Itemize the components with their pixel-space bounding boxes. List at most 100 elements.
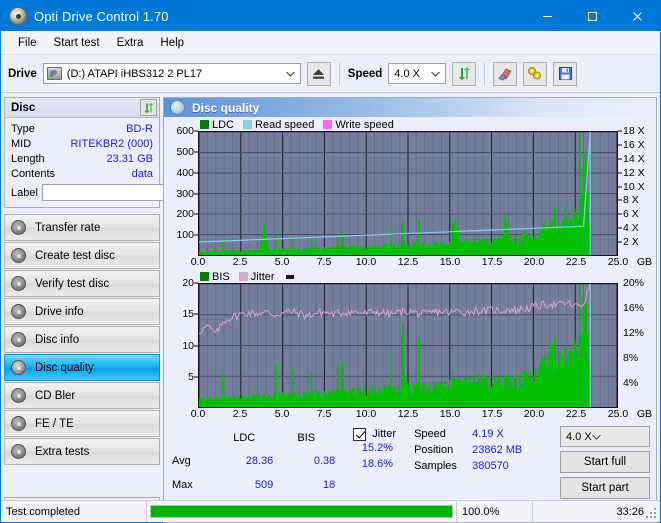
samples-row: Samples 380570 bbox=[414, 458, 544, 474]
window-title: Opti Drive Control 1.70 bbox=[34, 8, 169, 24]
y-tick-label: 20 bbox=[182, 277, 194, 289]
title-bar: Opti Drive Control 1.70 bbox=[1, 1, 660, 31]
stats-max-ldc: 509 bbox=[254, 478, 274, 491]
y2-tickmark bbox=[618, 186, 622, 188]
menu-item-file[interactable]: File bbox=[10, 34, 45, 52]
sidebar-item-drive-info[interactable]: Drive info bbox=[4, 298, 160, 325]
y2-tick-label: 8 X bbox=[623, 194, 639, 207]
page-title: Disc quality bbox=[192, 100, 260, 115]
sidebar-item-disc-info[interactable]: Disc info bbox=[4, 326, 160, 353]
disc-icon bbox=[11, 276, 26, 291]
jitter-checkbox[interactable] bbox=[353, 427, 367, 441]
disc-icon bbox=[11, 388, 26, 403]
y-tick-label: 100 bbox=[176, 229, 194, 242]
disc-icon bbox=[11, 304, 26, 319]
x-tick-label: 15.0 bbox=[439, 408, 461, 420]
table-row: Avg 28.36 0.38 bbox=[170, 450, 337, 474]
legend-label-bis: BIS bbox=[212, 270, 230, 283]
stats-col-bis: BIS bbox=[297, 431, 316, 444]
sidebar: Disc Type BD-R MID RITEKBR2 (000) Length… bbox=[4, 97, 248, 523]
test-speed-select[interactable]: 4.0 X bbox=[560, 426, 650, 447]
stats-avg-ldc: 28.36 bbox=[245, 455, 274, 468]
sidebar-item-verify-test-disc[interactable]: Verify test disc bbox=[4, 270, 160, 297]
jitter-header: Jitter bbox=[353, 426, 396, 442]
sidebar-item-extra-tests[interactable]: Extra tests bbox=[4, 438, 160, 465]
x-tick-label: 17.5 bbox=[481, 256, 503, 268]
bis-plot-area[interactable] bbox=[198, 283, 618, 408]
bis-jitter-chart: BIS Jitter 5 10 15 20 4% 8% 12% 16% 20% bbox=[166, 270, 654, 422]
x-tick-label: 22.5 bbox=[565, 256, 587, 268]
bis-y2-axis: 4% 8% 12% 16% 20% bbox=[618, 277, 654, 408]
maximize-button[interactable] bbox=[570, 1, 615, 31]
disc-row-length-value: 23.31 GB bbox=[106, 152, 153, 165]
sidebar-item-label: CD Bler bbox=[35, 389, 76, 402]
bis-chart-legend: BIS Jitter bbox=[166, 270, 654, 283]
y2-tickmark bbox=[618, 199, 622, 201]
chevron-down-icon bbox=[285, 71, 295, 77]
x-tick-label: 10.0 bbox=[355, 408, 377, 420]
legend-label-ldc: LDC bbox=[212, 118, 235, 131]
x-tick-label: 5.0 bbox=[274, 256, 290, 268]
sidebar-item-fe-te[interactable]: FE / TE bbox=[4, 410, 160, 437]
y2-tick-label: 10 X bbox=[623, 180, 645, 193]
app-window: Opti Drive Control 1.70 File Start test … bbox=[0, 0, 661, 523]
disc-row-type-key: Type bbox=[11, 122, 35, 135]
y-tick-label: 200 bbox=[176, 208, 194, 221]
legend-label-jitter: Jitter bbox=[250, 270, 275, 283]
stats-row-avg-label: Avg bbox=[172, 455, 191, 468]
y-tick-label: 15 bbox=[182, 308, 194, 321]
erase-button[interactable] bbox=[493, 61, 518, 86]
chevron-down-icon bbox=[431, 71, 441, 77]
sidebar-item-label: Disc quality bbox=[35, 361, 94, 374]
x-tick-label: 20.0 bbox=[523, 256, 545, 268]
sidebar-item-label: Drive info bbox=[35, 305, 84, 318]
eject-button[interactable] bbox=[306, 61, 331, 86]
sidebar-item-cd-bler[interactable]: CD Bler bbox=[4, 382, 160, 409]
window-controls bbox=[525, 1, 660, 31]
legend-marker-icon bbox=[285, 274, 294, 279]
position-key: Position bbox=[414, 444, 454, 456]
speed-select[interactable]: 4.0 X bbox=[388, 63, 447, 84]
sidebar-item-disc-quality[interactable]: Disc quality bbox=[4, 354, 160, 381]
table-header-row: LDC BIS bbox=[170, 426, 337, 450]
x-tick-label: 0.0 bbox=[190, 408, 206, 420]
y2-tick-label: 4% bbox=[623, 377, 639, 389]
y2-tickmark bbox=[618, 227, 622, 229]
menu-item-help[interactable]: Help bbox=[152, 34, 192, 52]
start-full-button[interactable]: Start full bbox=[560, 451, 650, 473]
resize-grip[interactable] bbox=[646, 508, 658, 520]
minimize-button[interactable] bbox=[525, 1, 570, 31]
refresh-button[interactable] bbox=[452, 61, 477, 86]
disc-row-type: Type BD-R bbox=[11, 121, 153, 136]
progress-bar bbox=[150, 505, 453, 518]
y-tick-label: 400 bbox=[176, 166, 194, 179]
x-tick-label: 15.0 bbox=[439, 256, 461, 268]
speed-select-value: 4.0 X bbox=[394, 67, 420, 80]
disc-panel-title: Disc bbox=[11, 101, 36, 114]
menu-item-start-test[interactable]: Start test bbox=[46, 34, 108, 52]
jitter-avg-value: 15.2% bbox=[361, 442, 394, 454]
tools-button[interactable] bbox=[523, 61, 548, 86]
x-tick-label: 12.5 bbox=[397, 256, 419, 268]
y2-tick-label: 14 X bbox=[623, 152, 645, 165]
y2-tickmark bbox=[618, 241, 622, 243]
action-buttons: 4.0 X Start full Start part bbox=[560, 426, 650, 499]
y-tick-label: 300 bbox=[176, 187, 194, 200]
sidebar-item-create-test-disc[interactable]: Create test disc bbox=[4, 242, 160, 269]
menu-item-extra[interactable]: Extra bbox=[109, 34, 152, 52]
ldc-chart: LDC Read speed Write speed 100 200 300 400 5… bbox=[166, 118, 654, 270]
sidebar-item-transfer-rate[interactable]: Transfer rate bbox=[4, 214, 160, 241]
disc-info-panel: Disc Type BD-R MID RITEKBR2 (000) Length… bbox=[4, 97, 248, 208]
start-part-button[interactable]: Start part bbox=[560, 477, 650, 499]
y2-tick-label: 12 X bbox=[623, 166, 645, 179]
y2-tick-label: 16 X bbox=[623, 138, 645, 151]
y-tick-label: 5 bbox=[188, 370, 194, 383]
save-button[interactable] bbox=[553, 61, 578, 86]
disc-refresh-button[interactable] bbox=[140, 99, 157, 116]
speed-value: 4.19 X bbox=[472, 428, 504, 440]
close-button[interactable] bbox=[615, 1, 660, 31]
y2-tickmark bbox=[618, 172, 622, 174]
drive-select[interactable]: (D:) ATAPI iHBS312 2 PL17 bbox=[42, 63, 301, 84]
y2-tick-label: 20% bbox=[623, 277, 645, 289]
ldc-plot-area[interactable] bbox=[198, 131, 618, 256]
